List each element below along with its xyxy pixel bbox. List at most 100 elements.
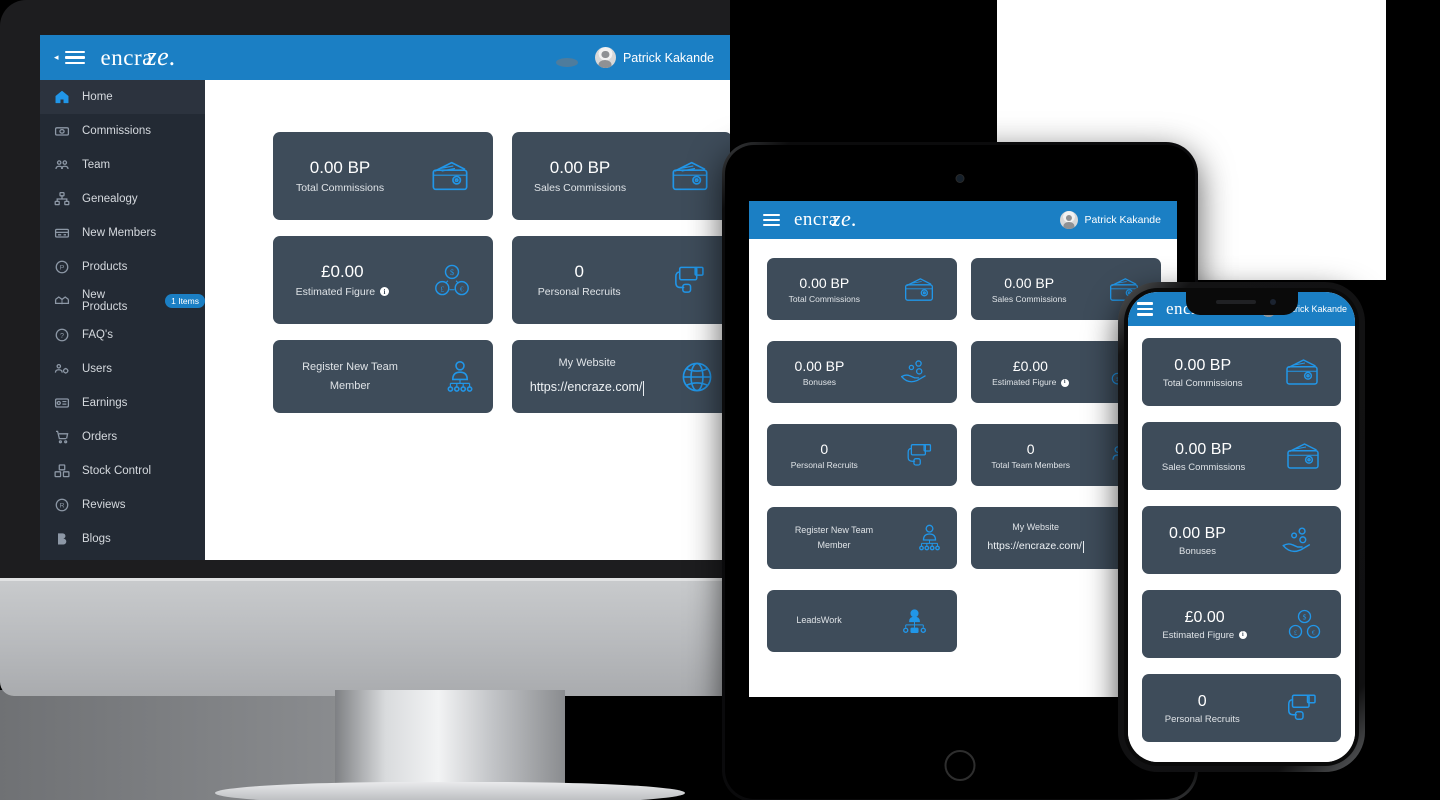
brand-logo[interactable]: encraze. xyxy=(794,206,857,231)
sidebar-item-label: Earnings xyxy=(82,397,128,409)
leads-icon xyxy=(901,608,928,634)
home-icon xyxy=(53,89,70,106)
card-text: 0.00 BP Bonuses xyxy=(795,356,845,389)
hand-coins-icon xyxy=(1280,526,1314,555)
sidebar-item-label: Users xyxy=(82,363,113,375)
card-label: My Website xyxy=(1012,522,1060,533)
hamburger-icon[interactable] xyxy=(763,213,780,227)
website-url-text: https://encraze.com/ xyxy=(529,380,643,395)
card-text: My Website https://encraze.com/ xyxy=(987,521,1084,554)
card-bonuses[interactable]: 0.00 BP Bonuses xyxy=(1142,506,1341,574)
user-menu[interactable]: Patrick Kakande xyxy=(594,47,730,68)
card-leads-work[interactable]: LeadsWork xyxy=(767,590,957,652)
card-sales-commissions[interactable]: 0.00 BP Sales Commissions xyxy=(512,132,730,220)
sidebar-item-orders[interactable]: Orders xyxy=(40,420,205,454)
sidebar-item-blogs[interactable]: Blogs xyxy=(40,522,205,556)
svg-text:£: £ xyxy=(441,285,445,293)
card-personal-recruits[interactable]: 0 Personal Recruits xyxy=(1142,674,1341,742)
card-value: £0.00 xyxy=(1012,357,1048,374)
sidebar-item-commissions[interactable]: Commissions xyxy=(40,114,205,148)
add-member-icon xyxy=(916,524,943,552)
imac-screen: ◂ encra ze. Patrick Kakande Home Commiss… xyxy=(40,35,730,560)
svg-text:£: £ xyxy=(1293,630,1297,637)
iphone-mobile-device: encraze. Patrick Kakande 0.00 BP Total C… xyxy=(1118,282,1365,772)
cart-icon xyxy=(53,429,70,446)
sidebar-item-label: Reviews xyxy=(82,499,126,511)
hamburger-icon[interactable] xyxy=(64,50,85,65)
card-label: Estimated Figure i xyxy=(992,376,1069,388)
brand-logo[interactable]: encraze. xyxy=(101,42,176,71)
sidebar-item-earnings[interactable]: Earnings xyxy=(40,386,205,420)
box-open-icon xyxy=(53,293,70,310)
id-card-icon xyxy=(53,225,70,242)
sidebar-item-stock-control[interactable]: Stock Control xyxy=(40,454,205,488)
card-value: 0 xyxy=(1197,692,1207,710)
sidebar-item-new-members[interactable]: New Members xyxy=(40,216,205,250)
hamburger-icon[interactable] xyxy=(1137,302,1153,316)
recruit-icon xyxy=(672,264,706,297)
card-bonuses[interactable]: 0.00 BP Bonuses xyxy=(767,341,957,403)
sidebar-item-faq-s[interactable]: ? FAQ's xyxy=(40,318,205,352)
tablet-dashboard: 0.00 BP Total Commissions 0.00 BP Sales … xyxy=(749,239,1177,697)
card-value: 0.00 BP xyxy=(794,357,845,374)
mobile-dashboard: 0.00 BP Total Commissions 0.00 BP Sales … xyxy=(1128,326,1355,762)
card-text: 0 Personal Recruits xyxy=(791,439,858,472)
card-value: 0.00 BP xyxy=(799,274,850,291)
card-total-commissions[interactable]: 0.00 BP Total Commissions xyxy=(767,258,957,320)
sitemap-icon xyxy=(53,191,70,208)
user-avatar-icon xyxy=(594,47,616,68)
imac-desktop-device: ◂ encra ze. Patrick Kakande Home Commiss… xyxy=(0,0,730,800)
svg-text:€: € xyxy=(460,285,464,293)
card-my-website[interactable]: My Website https://encraze.com/ xyxy=(512,340,730,413)
card-total-commissions[interactable]: 0.00 BP Total Commissions xyxy=(1142,338,1341,406)
earnings-icon xyxy=(53,395,70,412)
card-label: Total Team Members xyxy=(991,459,1071,470)
chevron-left-icon[interactable]: ◂ xyxy=(54,52,59,63)
sidebar-item-label: Genealogy xyxy=(82,193,138,205)
card-personal-recruits[interactable]: 0 Personal Recruits xyxy=(512,236,730,324)
card-sales-commissions[interactable]: 0.00 BP Sales Commissions xyxy=(1142,422,1341,490)
sidebar-item-users[interactable]: Users xyxy=(40,352,205,386)
card-register-new-team-member[interactable]: Register New Team Member xyxy=(767,507,957,569)
user-name: Patrick Kakande xyxy=(1084,214,1161,226)
wallet-icon xyxy=(903,276,935,303)
card-estimated-figure[interactable]: £0.00 Estimated Figure i $ £ € xyxy=(1142,590,1341,658)
card-label: Personal Recruits xyxy=(790,459,858,470)
info-icon[interactable]: i xyxy=(1060,378,1069,387)
sidebar-item-label: Team xyxy=(82,159,111,171)
ipad-home-button[interactable] xyxy=(944,750,976,781)
sidebar-nav: Home Commissions Team Genealogy New Members P… xyxy=(40,80,205,560)
sidebar-item-team[interactable]: Team xyxy=(40,148,205,182)
card-personal-recruits[interactable]: 0 Personal Recruits xyxy=(767,424,957,486)
card-label-text: Estimated Figure xyxy=(992,376,1057,387)
card-value: £0.00 xyxy=(1184,608,1225,626)
sidebar-item-home[interactable]: Home xyxy=(40,80,205,114)
info-icon[interactable]: i xyxy=(379,287,389,297)
card-register-new-team-member[interactable]: Register New Team Member xyxy=(273,340,493,413)
sidebar-item-label: Stock Control xyxy=(82,465,152,477)
add-member-icon xyxy=(444,360,476,394)
recruit-icon xyxy=(905,442,933,469)
sidebar-item-genealogy[interactable]: Genealogy xyxy=(40,182,205,216)
card-text: Register New Team Member xyxy=(782,523,887,554)
card-label: Total Commissions xyxy=(788,293,860,304)
recruit-icon xyxy=(1285,692,1318,724)
card-label: Total Commissions xyxy=(295,181,385,194)
website-url-text: https://encraze.com/ xyxy=(987,540,1082,553)
card-label-text: Estimated Figure xyxy=(295,285,376,298)
sidebar-item-reviews[interactable]: R Reviews xyxy=(40,488,205,522)
coins-exchange-icon: $ £ € xyxy=(434,263,470,297)
wallet-icon xyxy=(1284,357,1320,387)
card-label: Bonuses xyxy=(1178,545,1216,557)
ipad-camera-icon xyxy=(956,175,964,182)
card-estimated-figure[interactable]: £0.00 Estimated Figure i $ £ € xyxy=(273,236,493,324)
info-icon[interactable]: i xyxy=(1238,631,1247,640)
sidebar-item-new-products[interactable]: New Products 1 Items xyxy=(40,284,205,318)
website-url[interactable]: https://encraze.com/ xyxy=(987,539,1084,554)
money-icon xyxy=(53,123,70,140)
website-url[interactable]: https://encraze.com/ xyxy=(530,378,645,396)
card-total-commissions[interactable]: 0.00 BP Total Commissions xyxy=(273,132,493,220)
sidebar-item-products[interactable]: P Products xyxy=(40,250,205,284)
user-menu[interactable]: Patrick Kakande xyxy=(1059,211,1177,229)
globe-icon xyxy=(680,360,714,394)
